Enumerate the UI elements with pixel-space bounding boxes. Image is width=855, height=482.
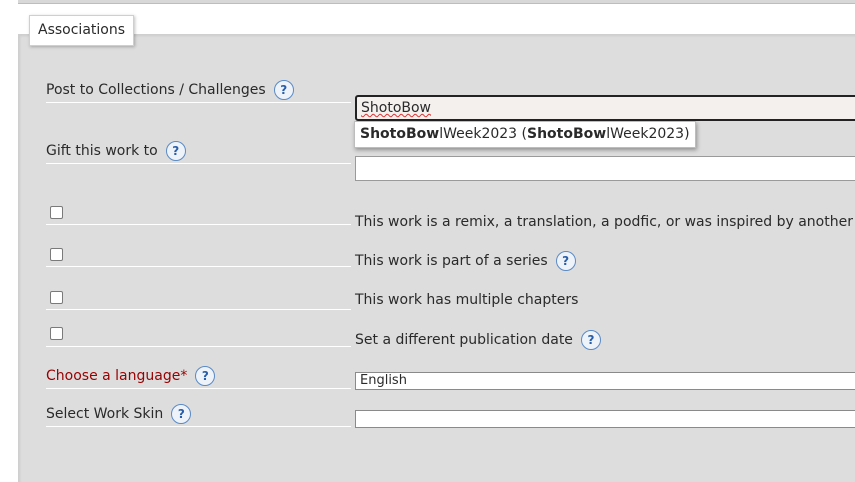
collections-label-text: Post to Collections / Challenges <box>46 82 266 98</box>
remix-checkbox[interactable] <box>50 206 63 219</box>
language-selected-value: English <box>360 373 407 388</box>
collections-label: Post to Collections / Challenges? <box>46 80 351 103</box>
series-checkbox[interactable] <box>50 248 63 261</box>
help-icon-series[interactable]: ? <box>555 251 576 271</box>
help-icon-language[interactable]: ? <box>195 366 216 386</box>
help-icon-collections[interactable]: ? <box>273 80 294 100</box>
pubdate-divider <box>46 346 351 347</box>
help-icon-pubdate[interactable]: ? <box>580 330 601 350</box>
remix-divider <box>46 224 351 225</box>
help-icon-gift[interactable]: ? <box>165 141 186 161</box>
pubdate-option-label: Set a different publication date <box>355 332 573 348</box>
workskin-label: Select Work Skin? <box>46 404 351 427</box>
help-icon-workskin[interactable]: ? <box>171 404 192 424</box>
workskin-label-text: Select Work Skin <box>46 406 164 422</box>
gift-input[interactable] <box>355 156 855 181</box>
suggestion-rest-1: lWeek2023 ( <box>439 126 527 142</box>
pubdate-checkbox[interactable] <box>50 327 63 340</box>
gift-label: Gift this work to? <box>46 141 351 164</box>
pubdate-option: Set a different publication date? <box>355 330 601 350</box>
previous-section-edge <box>18 0 855 4</box>
collections-autocomplete-suggestion[interactable]: ShotoBowlWeek2023 (ShotoBowlWeek2023) <box>354 121 696 148</box>
series-option: This work is part of a series? <box>355 251 576 271</box>
language-label: Choose a language*? <box>46 366 351 389</box>
suggestion-rest-2: lWeek2023) <box>606 126 690 142</box>
workskin-select[interactable] <box>355 410 855 428</box>
language-label-text: Choose a language* <box>46 368 188 384</box>
collections-input-value: ShotoBow <box>361 100 431 116</box>
suggestion-match-1: ShotoBow <box>360 126 440 142</box>
suggestion-match-2: ShotoBow <box>527 126 607 142</box>
gift-label-text: Gift this work to <box>46 143 158 159</box>
chapters-checkbox[interactable] <box>50 291 63 304</box>
series-divider <box>46 266 351 267</box>
series-option-label: This work is part of a series <box>355 253 548 269</box>
collections-input[interactable]: ShotoBow <box>355 95 855 121</box>
chapters-divider <box>46 309 351 310</box>
chapters-option-label: This work has multiple chapters <box>355 292 579 308</box>
associations-legend: Associations <box>29 15 135 46</box>
language-select[interactable]: English <box>355 372 855 390</box>
remix-option-label: This work is a remix, a translation, a p… <box>355 214 855 230</box>
